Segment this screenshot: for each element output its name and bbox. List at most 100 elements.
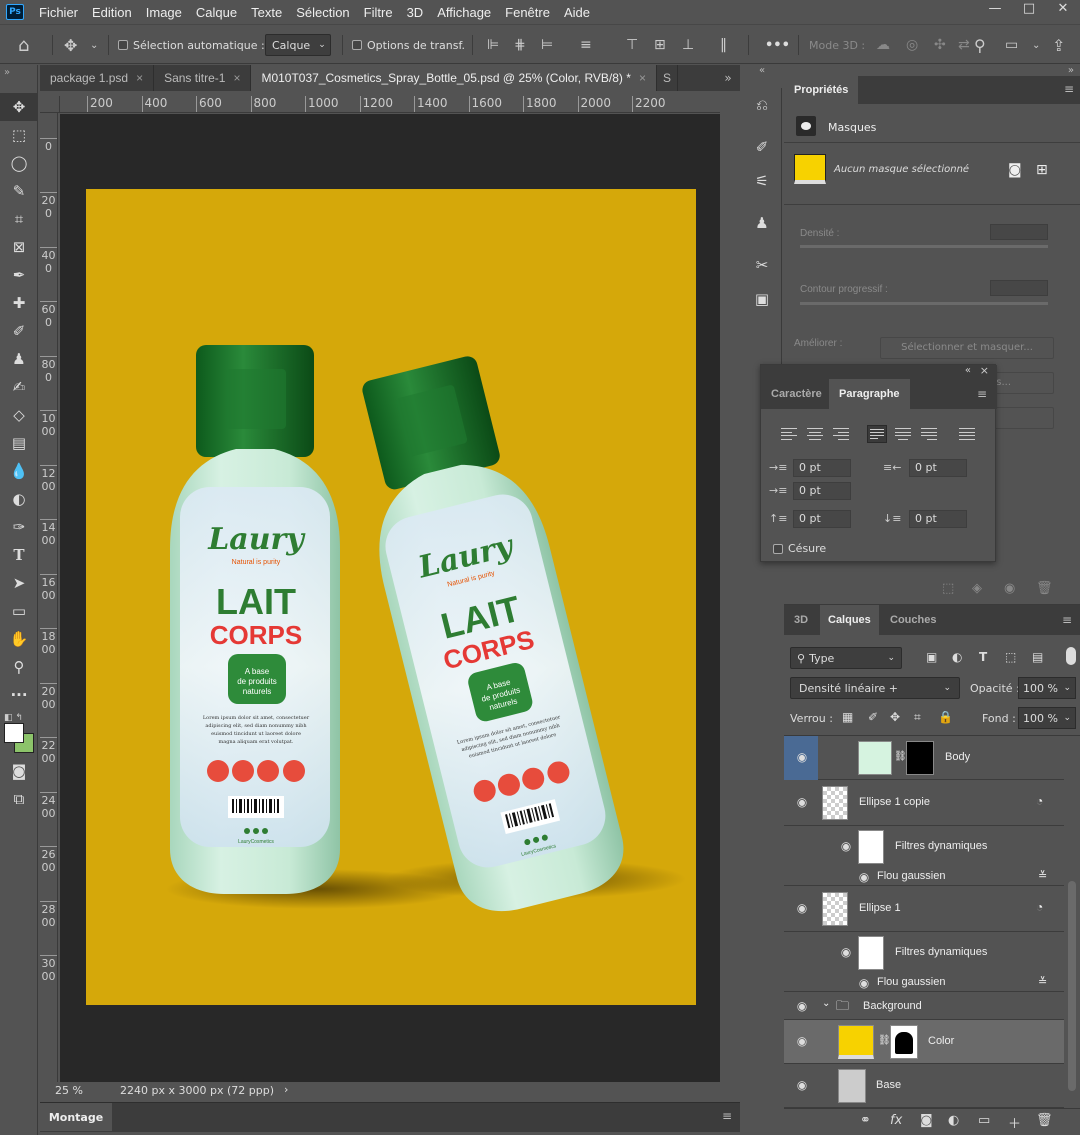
transform-controls-checkbox[interactable]: Options de transf. (352, 34, 465, 56)
tab-channels[interactable]: Couches (882, 605, 944, 635)
visibility-icon[interactable]: ◉ (1004, 581, 1015, 596)
layer-row[interactable]: ◉ Ellipse 1 ◔ (784, 886, 1064, 932)
brushes-icon[interactable]: ✐ (742, 130, 782, 164)
indent-right-field[interactable]: 0 pt (909, 459, 967, 477)
layer-row[interactable]: ◉ Flou gaussien ≚ (784, 974, 1064, 992)
collapse-toolbar-icon[interactable]: » (0, 65, 37, 93)
roll-3d-icon[interactable]: ◎ (906, 34, 918, 56)
visibility-eye-icon[interactable]: ◉ (794, 901, 810, 915)
filter-pixel-icon[interactable]: ▣ (926, 650, 937, 664)
clone-source-icon[interactable]: ♟ (742, 206, 782, 240)
layer-row[interactable]: ◉ Ellipse 1 copie ◔ (784, 780, 1064, 826)
feather-slider[interactable] (800, 302, 1048, 305)
filter-smart-object-icon[interactable]: ▤ (1032, 650, 1043, 664)
lasso-tool-icon[interactable]: ◯ (0, 149, 38, 177)
workspace-icon[interactable]: ▭ (1005, 34, 1018, 56)
blur-tool-icon[interactable]: 💧 (0, 457, 38, 485)
edit-toolbar-icon[interactable]: ··· (0, 681, 38, 709)
auto-select-dropdown[interactable]: Calque ⌄ (265, 34, 331, 56)
quick-mask-icon[interactable]: ◙ (0, 757, 38, 785)
foreground-color-swatch[interactable] (4, 723, 24, 743)
close-tab-icon[interactable]: × (639, 71, 646, 85)
filter-toggle[interactable] (1066, 647, 1076, 665)
move-tool-icon[interactable]: ✥ (64, 34, 77, 56)
shape-tool-icon[interactable]: ▭ (0, 597, 38, 625)
tab-3d[interactable]: 3D (786, 605, 816, 635)
pen-tool-icon[interactable]: ✑ (0, 513, 38, 541)
link-icon[interactable]: ⛓ (878, 1035, 891, 1046)
close-tab-icon[interactable]: × (233, 71, 240, 85)
blend-mode-dropdown[interactable]: Densité linéaire + ⌄ (790, 677, 960, 699)
align-middle-icon[interactable]: ⊞ (654, 34, 666, 56)
more-options-button[interactable]: ••• (765, 34, 790, 56)
color-swatches[interactable]: ◧ ↰ (0, 709, 37, 757)
align-right-button[interactable] (831, 425, 851, 443)
menu-fenetre[interactable]: Fenêtre (498, 5, 557, 20)
apply-mask-icon[interactable]: ◈ (972, 581, 982, 596)
path-select-tool-icon[interactable]: ➤ (0, 569, 38, 597)
zoom-level[interactable]: 25 % (55, 1084, 83, 1097)
marquee-tool-icon[interactable]: ⬚ (0, 121, 38, 149)
screen-mode-icon[interactable]: ⧉ (0, 785, 38, 813)
orbit-3d-icon[interactable]: ☁ (876, 34, 890, 56)
search-icon[interactable]: ⚲ (974, 34, 986, 56)
delete-layer-icon[interactable]: 🗑 (1036, 1113, 1053, 1128)
panel-menu-icon[interactable]: ≡ (1064, 82, 1074, 96)
crop-tool-icon[interactable]: ⌗ (0, 205, 38, 233)
justify-last-left-button[interactable] (867, 425, 887, 443)
visibility-eye-icon[interactable]: ◉ (838, 945, 854, 959)
visibility-eye-icon[interactable]: ◉ (794, 750, 810, 764)
layer-filter-dropdown[interactable]: ⚲ Type ⌄ (790, 647, 902, 669)
stamp-tool-icon[interactable]: ♟ (0, 345, 38, 373)
filter-type-icon[interactable]: T (979, 650, 987, 664)
adjustments-icon[interactable]: ⚟ (742, 164, 782, 198)
collapse-icon[interactable]: « (965, 365, 971, 376)
align-center-icon[interactable]: ⋕ (514, 34, 526, 56)
pan-3d-icon[interactable]: ✣ (934, 34, 946, 56)
menu-edition[interactable]: Edition (85, 5, 139, 20)
collapse-dock-icon[interactable]: « (742, 65, 782, 87)
delete-mask-icon[interactable]: 🗑 (1036, 581, 1053, 596)
align-left-button[interactable] (779, 425, 799, 443)
layer-row-selected[interactable]: ◉ ⛓ Color (784, 1020, 1064, 1064)
fill-field[interactable]: 100 % ⌄ (1018, 707, 1076, 729)
filter-options-icon[interactable]: ≚ (1038, 869, 1047, 882)
add-pixel-mask-icon[interactable]: ◙ (1008, 162, 1022, 178)
align-left-icon[interactable]: ⊫ (487, 34, 499, 56)
document-canvas[interactable]: Laury Natural is purity LAIT CORPS A bas… (86, 189, 696, 1005)
menu-3d[interactable]: 3D (400, 5, 431, 20)
distribute-v-icon[interactable]: ‖ (720, 34, 727, 56)
density-slider[interactable] (800, 245, 1048, 248)
link-icon[interactable]: ⛓ (894, 751, 907, 762)
brush-tool-icon[interactable]: ✐ (0, 317, 38, 345)
layer-row[interactable]: ◉ Filtres dynamiques (784, 826, 1064, 868)
visibility-eye-icon[interactable]: ◉ (838, 839, 854, 853)
zoom-tool-icon[interactable]: ⚲ (0, 653, 38, 681)
feather-field[interactable] (990, 280, 1048, 296)
tab-active-document[interactable]: M010T037_Cosmetics_Spray_Bottle_05.psd @… (251, 65, 657, 91)
hyphenate-checkbox[interactable]: Césure (773, 542, 826, 555)
healing-tool-icon[interactable]: ✚ (0, 289, 38, 317)
adjustment-layer-icon[interactable]: ◐ (948, 1113, 959, 1128)
layer-row[interactable]: ◉ Flou gaussien ≚ (784, 868, 1064, 886)
new-layer-icon[interactable]: ＋ (1008, 1113, 1021, 1132)
align-bottom-icon[interactable]: ⊥ (682, 34, 694, 56)
tab-list-icon[interactable]: » (716, 65, 740, 91)
align-center-button[interactable] (805, 425, 825, 443)
space-after-field[interactable]: 0 pt (909, 510, 967, 528)
menu-filtre[interactable]: Filtre (357, 5, 400, 20)
menu-selection[interactable]: Sélection (289, 5, 356, 20)
add-mask-icon[interactable]: ◙ (920, 1113, 933, 1128)
distribute-h-icon[interactable]: ≡ (580, 34, 592, 56)
history-icon[interactable]: ⎌ (742, 88, 782, 122)
visibility-eye-icon[interactable]: ◉ (856, 870, 872, 884)
layers-scrollbar[interactable] (1066, 736, 1078, 1108)
menu-affichage[interactable]: Affichage (430, 5, 498, 20)
justify-all-button[interactable] (957, 425, 977, 443)
align-top-icon[interactable]: ⊤ (626, 34, 638, 56)
load-selection-icon[interactable]: ⬚ (942, 581, 954, 596)
dodge-tool-icon[interactable]: ◐ (0, 485, 38, 513)
minimize-button[interactable]: — (978, 0, 1012, 16)
hand-tool-icon[interactable]: ✋ (0, 625, 38, 653)
share-icon[interactable]: ⇪ (1052, 34, 1065, 56)
